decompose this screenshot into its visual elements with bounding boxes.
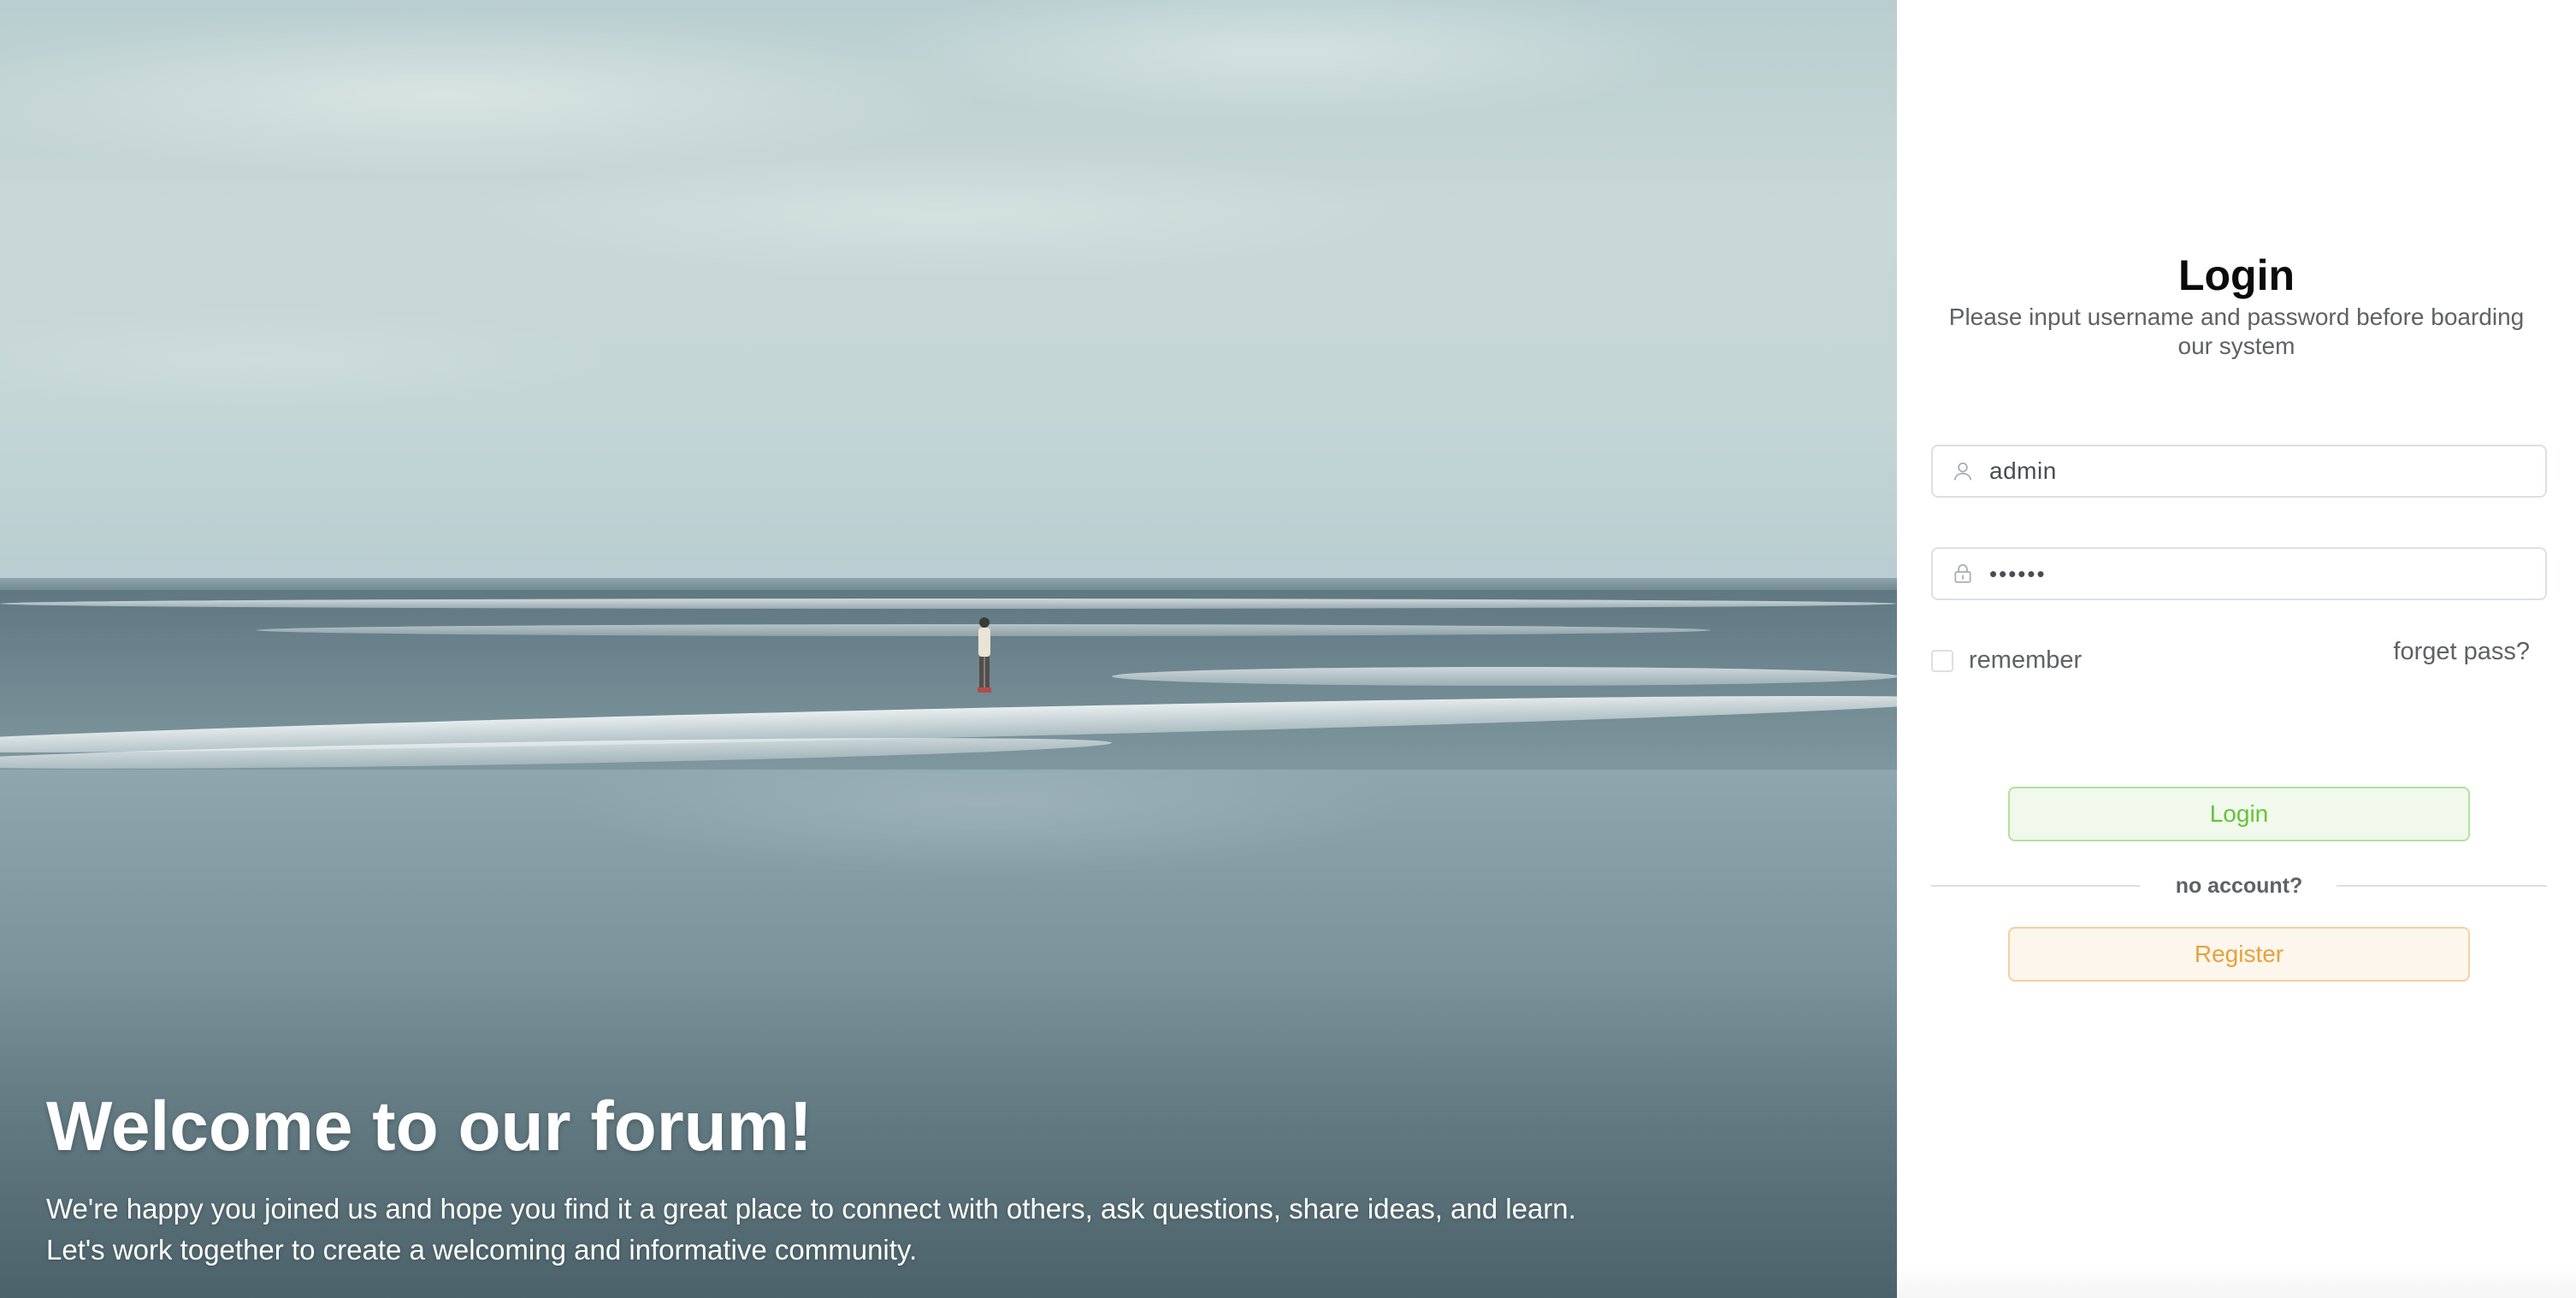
page: Welcome to our forum! We're happy you jo… bbox=[0, 0, 2576, 1298]
hero-text-block: Welcome to our forum! We're happy you jo… bbox=[46, 1084, 1757, 1271]
hero-sky bbox=[0, 0, 1897, 590]
register-button[interactable]: Register bbox=[2008, 927, 2470, 982]
password-value: •••••• bbox=[1989, 560, 2047, 587]
hero-subtitle: We're happy you joined us and hope you f… bbox=[46, 1189, 1757, 1271]
hero-subtitle-line: Let's work together to create a welcomin… bbox=[46, 1234, 918, 1266]
username-input[interactable]: admin bbox=[1931, 445, 2547, 498]
hero-background-image: Welcome to our forum! We're happy you jo… bbox=[0, 0, 1897, 1298]
remember-checkbox[interactable] bbox=[1931, 649, 1953, 672]
hero-subtitle-line: We're happy you joined us and hope you f… bbox=[46, 1193, 1576, 1224]
hero-wave bbox=[0, 599, 1897, 609]
remember-checkbox-group[interactable]: remember bbox=[1931, 646, 2082, 675]
remember-label[interactable]: remember bbox=[1969, 646, 2082, 675]
user-icon bbox=[1953, 462, 1972, 481]
hero-wave bbox=[1112, 667, 1897, 686]
no-account-divider: no account? bbox=[1931, 870, 2547, 901]
login-title: Login bbox=[2177, 251, 2295, 299]
login-panel: Login Please input username and password… bbox=[1897, 0, 2576, 1298]
divider-line bbox=[2337, 885, 2547, 887]
hero-title: Welcome to our forum! bbox=[46, 1088, 812, 1165]
forget-password-link[interactable]: forget pass? bbox=[2393, 638, 2530, 666]
login-description: Please input username and password befor… bbox=[1948, 304, 2525, 359]
panel-bottom-shadow bbox=[1897, 1264, 2576, 1298]
login-button[interactable]: Login bbox=[2008, 787, 2470, 841]
username-value: admin bbox=[1989, 457, 2057, 484]
lock-icon bbox=[1954, 563, 1971, 583]
password-input[interactable]: •••••• bbox=[1931, 547, 2547, 600]
hero-person-figure bbox=[978, 617, 991, 693]
